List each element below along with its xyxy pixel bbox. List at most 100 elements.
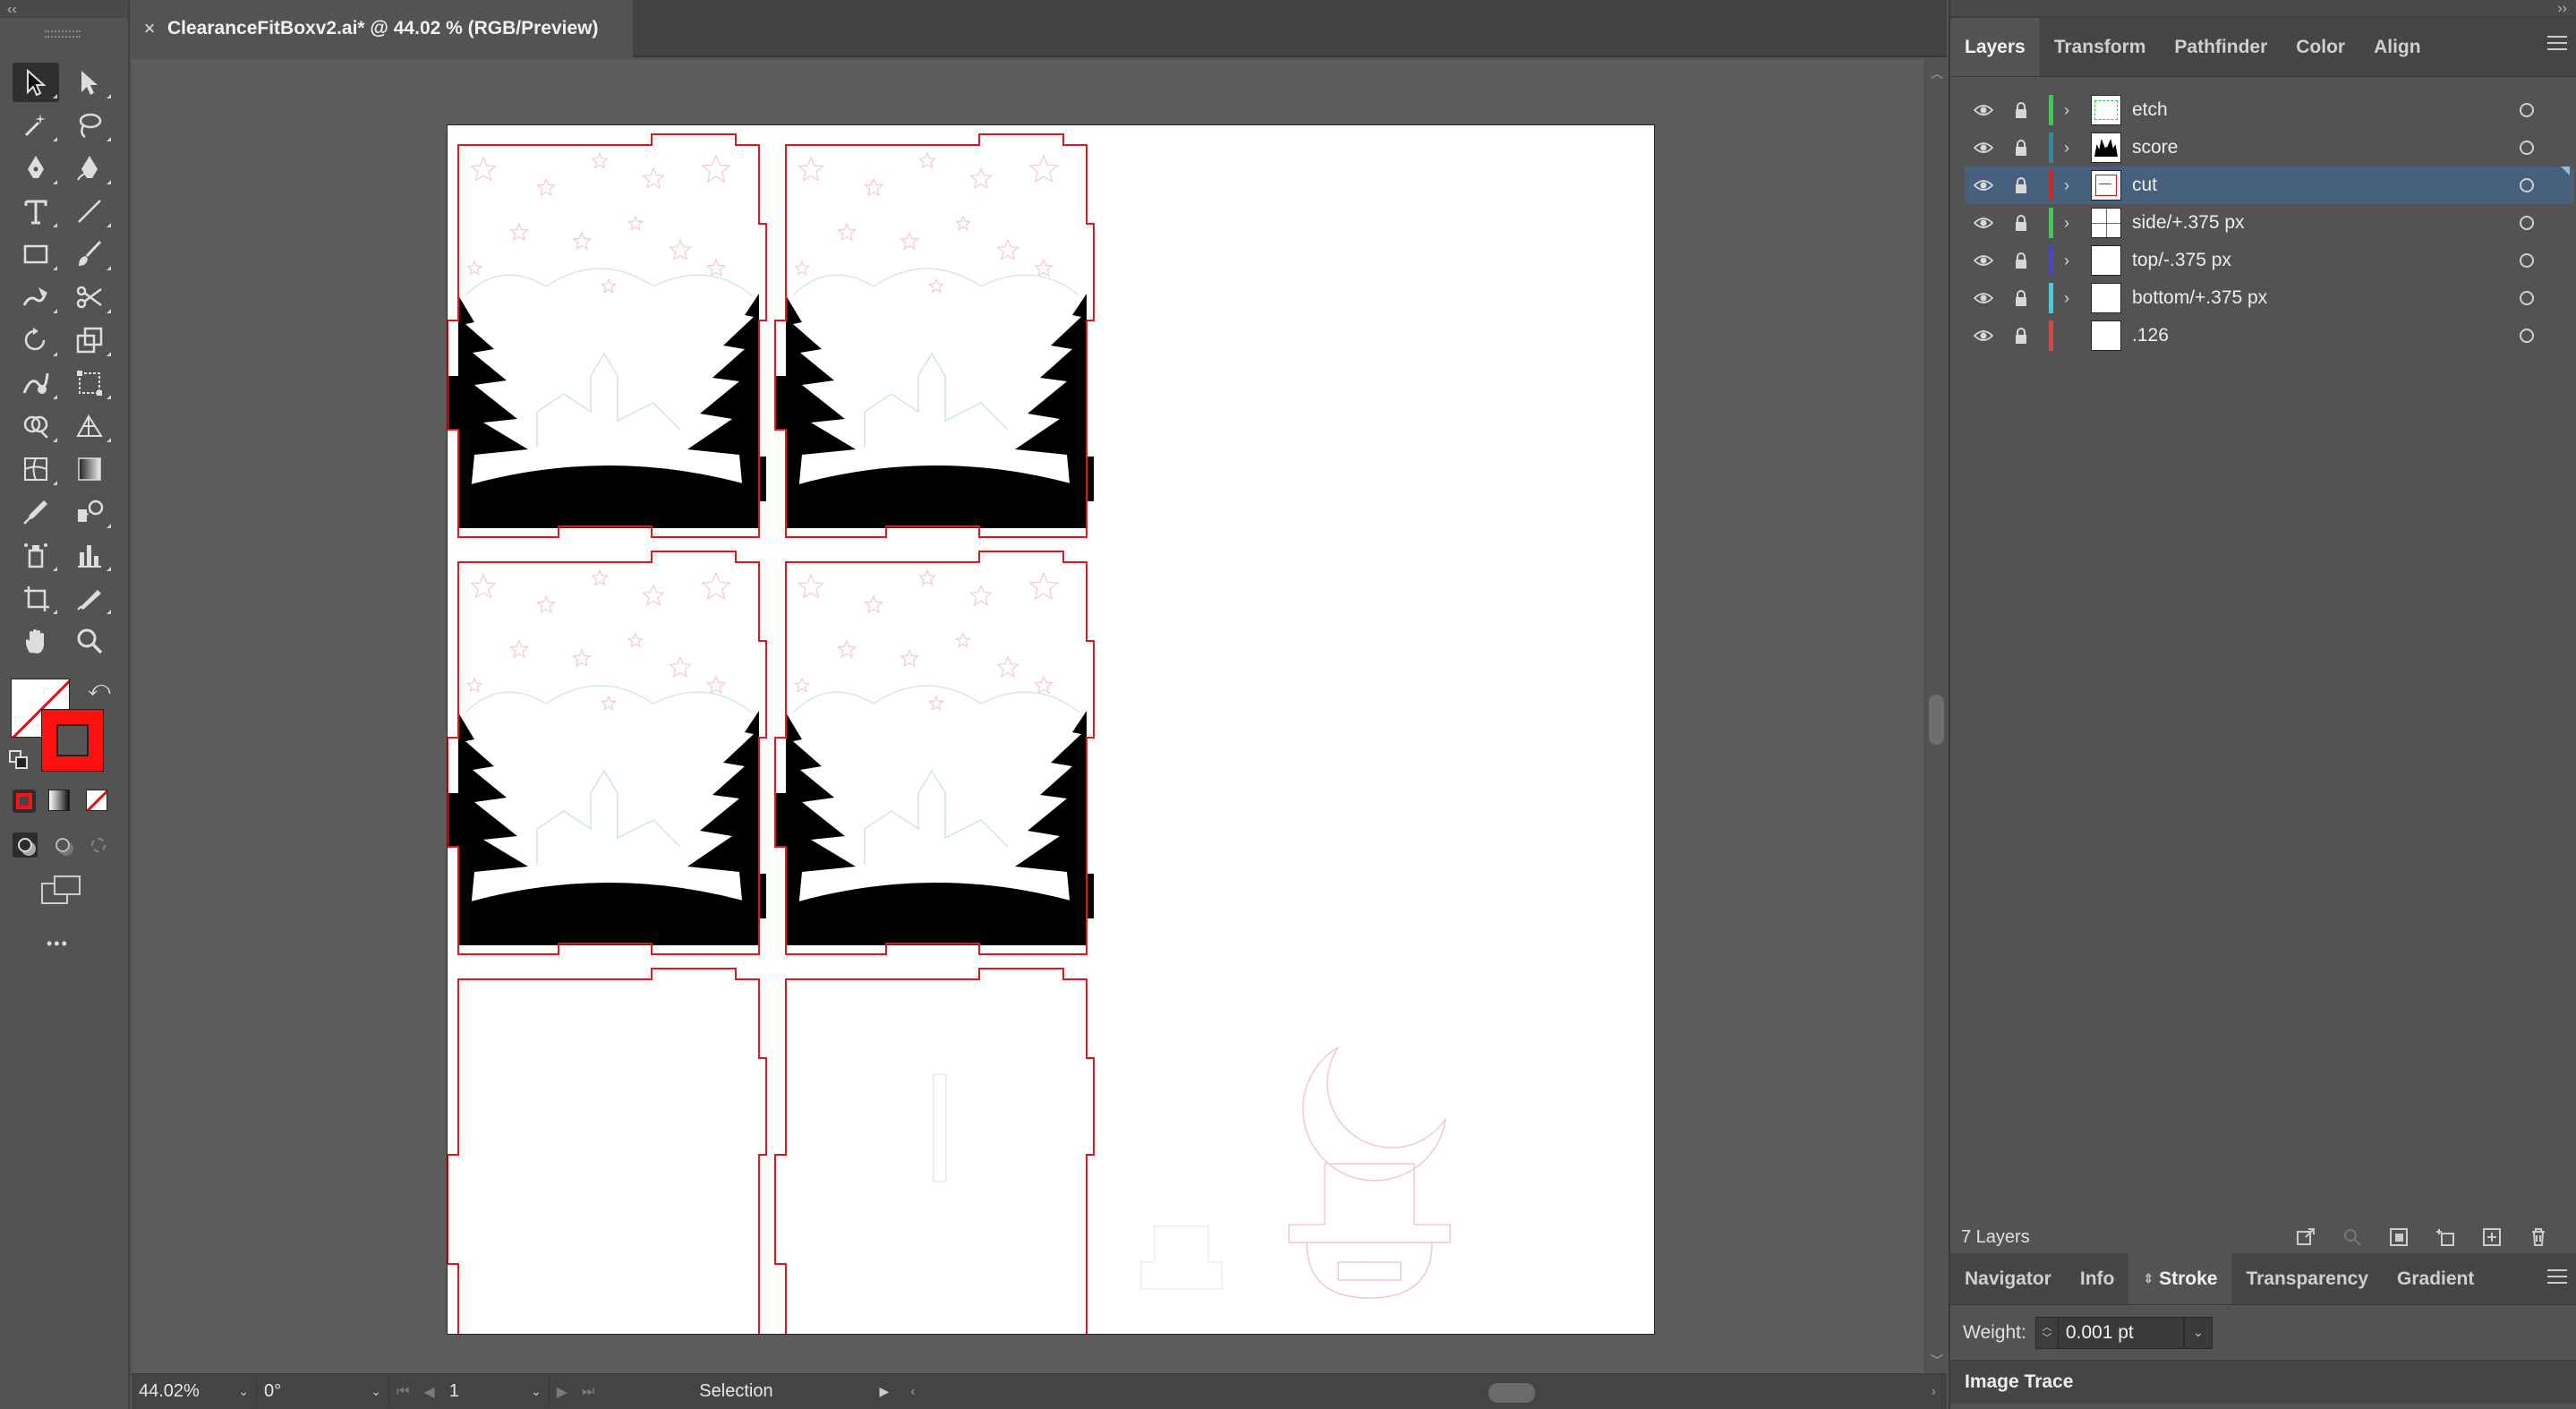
layer-name[interactable]: top/-.375 px <box>2132 250 2490 271</box>
layer-row-side-375-px[interactable]: › side/+.375 px <box>1965 204 2574 242</box>
shaper-tool[interactable] <box>13 278 59 317</box>
layer-row-etch[interactable]: › etch <box>1965 91 2574 129</box>
panel-options-toggle-icon[interactable]: ⇕ <box>2143 1271 2154 1286</box>
tab-layers[interactable]: Layers <box>1950 18 2040 76</box>
none-mode-button[interactable] <box>86 790 107 811</box>
collapse-chevron-icon[interactable]: ‹‹ <box>7 2 17 18</box>
tab-info[interactable]: Info <box>2066 1253 2128 1304</box>
layer-name[interactable]: side/+.375 px <box>2132 212 2490 234</box>
first-artboard-icon[interactable]: ⏮ <box>397 1384 409 1400</box>
last-artboard-icon[interactable]: ⏭ <box>582 1384 594 1400</box>
scroll-up-icon[interactable]: ︿ <box>1931 64 1943 82</box>
tab-align[interactable]: Align <box>2359 18 2435 76</box>
layer-row-top-375-px[interactable]: › top/-.375 px <box>1965 242 2574 279</box>
horizontal-scroll-thumb[interactable] <box>1488 1383 1535 1403</box>
perspective-grid-tool[interactable] <box>66 406 113 446</box>
canvas-area[interactable] <box>132 59 1924 1373</box>
scale-tool[interactable] <box>66 320 113 360</box>
more-tools-icon[interactable]: ••• <box>47 935 69 953</box>
next-artboard-icon[interactable]: ▶ <box>557 1383 567 1401</box>
target-circle-icon[interactable] <box>2520 178 2534 192</box>
lock-icon[interactable] <box>2002 139 2040 157</box>
type-tool[interactable] <box>13 192 59 231</box>
rotation-field[interactable]: 0° ⌄ <box>257 1377 389 1406</box>
zoom-value[interactable]: 44.02% <box>139 1381 233 1402</box>
artboard-number-field[interactable]: 1 ⌄ <box>442 1377 550 1406</box>
draw-normal-icon[interactable] <box>13 833 38 858</box>
gradient-tool[interactable] <box>66 449 113 489</box>
direct-selection-tool[interactable] <box>66 63 113 102</box>
target-circle-icon[interactable] <box>2520 253 2534 268</box>
stroke-swatch[interactable] <box>41 709 104 772</box>
previous-artboard-icon[interactable]: ◀ <box>423 1383 434 1401</box>
document-tab[interactable]: × ClearanceFitBoxv2.ai* @ 44.02 % (RGB/P… <box>132 0 633 57</box>
line-tool[interactable] <box>66 192 113 231</box>
weight-stepper[interactable]: ︿ ﹀ <box>2034 1316 2059 1349</box>
visibility-eye-icon[interactable] <box>1965 216 2002 230</box>
export-icon[interactable] <box>2295 1226 2316 1248</box>
lasso-tool[interactable] <box>66 106 113 145</box>
rotation-dropdown-icon[interactable]: ⌄ <box>371 1384 381 1399</box>
target-circle-icon[interactable] <box>2520 103 2534 117</box>
panel-collapse-chevron-icon[interactable]: ›› <box>2557 1 2567 17</box>
panel-collapse-strip[interactable]: ›› <box>1950 0 2576 18</box>
hand-tool[interactable] <box>13 621 59 661</box>
magic-wand-tool[interactable] <box>13 106 59 145</box>
layer-name[interactable]: .126 <box>2132 325 2490 346</box>
rectangle-tool[interactable] <box>13 235 59 274</box>
paintbrush-tool[interactable] <box>66 235 113 274</box>
tab-transparency[interactable]: Transparency <box>2231 1253 2383 1304</box>
layer-name[interactable]: etch <box>2132 99 2490 121</box>
screen-mode-icon[interactable] <box>41 875 82 908</box>
symbol-sprayer-tool[interactable] <box>13 535 59 575</box>
visibility-eye-icon[interactable] <box>1965 141 2002 155</box>
rotate-tool[interactable] <box>13 320 59 360</box>
visibility-eye-icon[interactable] <box>1965 253 2002 268</box>
column-graph-tool[interactable] <box>66 535 113 575</box>
layer-name[interactable]: cut <box>2132 175 2490 196</box>
image-trace-panel-header[interactable]: Image Trace <box>1950 1361 2576 1404</box>
draw-behind-icon[interactable] <box>52 834 73 856</box>
make-clipping-mask-icon[interactable] <box>2388 1226 2410 1248</box>
layer-row-126[interactable]: .126 <box>1965 317 2574 354</box>
status-menu-icon[interactable]: ▶ <box>879 1384 889 1399</box>
expand-layer-icon[interactable]: › <box>2064 101 2084 120</box>
expand-layer-icon[interactable]: › <box>2064 176 2084 195</box>
eyedropper-tool[interactable] <box>13 492 59 532</box>
expand-layer-icon[interactable]: › <box>2064 289 2084 308</box>
lock-icon[interactable] <box>2002 214 2040 232</box>
bottom-panel-menu-icon[interactable] <box>2547 1269 2567 1284</box>
visibility-eye-icon[interactable] <box>1965 178 2002 192</box>
pen-tool[interactable] <box>13 149 59 188</box>
scroll-down-icon[interactable]: ﹀ <box>1931 1352 1943 1370</box>
close-tab-icon[interactable]: × <box>132 17 167 40</box>
artboard-number[interactable]: 1 <box>449 1381 525 1402</box>
layer-row-bottom-375-px[interactable]: › bottom/+.375 px <box>1965 279 2574 317</box>
artboard-dropdown-icon[interactable]: ⌄ <box>531 1384 542 1399</box>
layer-row-cut[interactable]: › cut <box>1965 167 2574 204</box>
vertical-scrollbar[interactable]: ︿ ﹀ <box>1924 59 1947 1373</box>
hscroll-left-icon[interactable]: ‹ <box>910 1384 915 1400</box>
new-sublayer-icon[interactable] <box>2435 1226 2456 1248</box>
default-fill-stroke-icon[interactable] <box>9 750 29 770</box>
zoom-dropdown-icon[interactable]: ⌄ <box>238 1384 249 1399</box>
lock-icon[interactable] <box>2002 289 2040 307</box>
visibility-eye-icon[interactable] <box>1965 103 2002 117</box>
target-circle-icon[interactable] <box>2520 329 2534 343</box>
lock-icon[interactable] <box>2002 327 2040 345</box>
gradient-mode-button[interactable] <box>48 790 70 811</box>
selection-tool[interactable] <box>13 63 59 102</box>
visibility-eye-icon[interactable] <box>1965 329 2002 343</box>
artboard[interactable] <box>447 124 1655 1335</box>
rotation-value[interactable]: 0° <box>264 1381 365 1402</box>
blend-tool[interactable] <box>66 492 113 532</box>
vertical-scroll-thumb[interactable] <box>1929 695 1944 745</box>
tab-gradient[interactable]: Gradient <box>2383 1253 2488 1304</box>
shape-builder-tool[interactable] <box>13 406 59 446</box>
toolbar-grip[interactable] <box>45 30 81 38</box>
target-circle-icon[interactable] <box>2520 291 2534 305</box>
target-circle-icon[interactable] <box>2520 141 2534 155</box>
artboard-tool[interactable] <box>13 578 59 618</box>
lock-icon[interactable] <box>2002 252 2040 269</box>
expand-layer-icon[interactable]: › <box>2064 214 2084 233</box>
